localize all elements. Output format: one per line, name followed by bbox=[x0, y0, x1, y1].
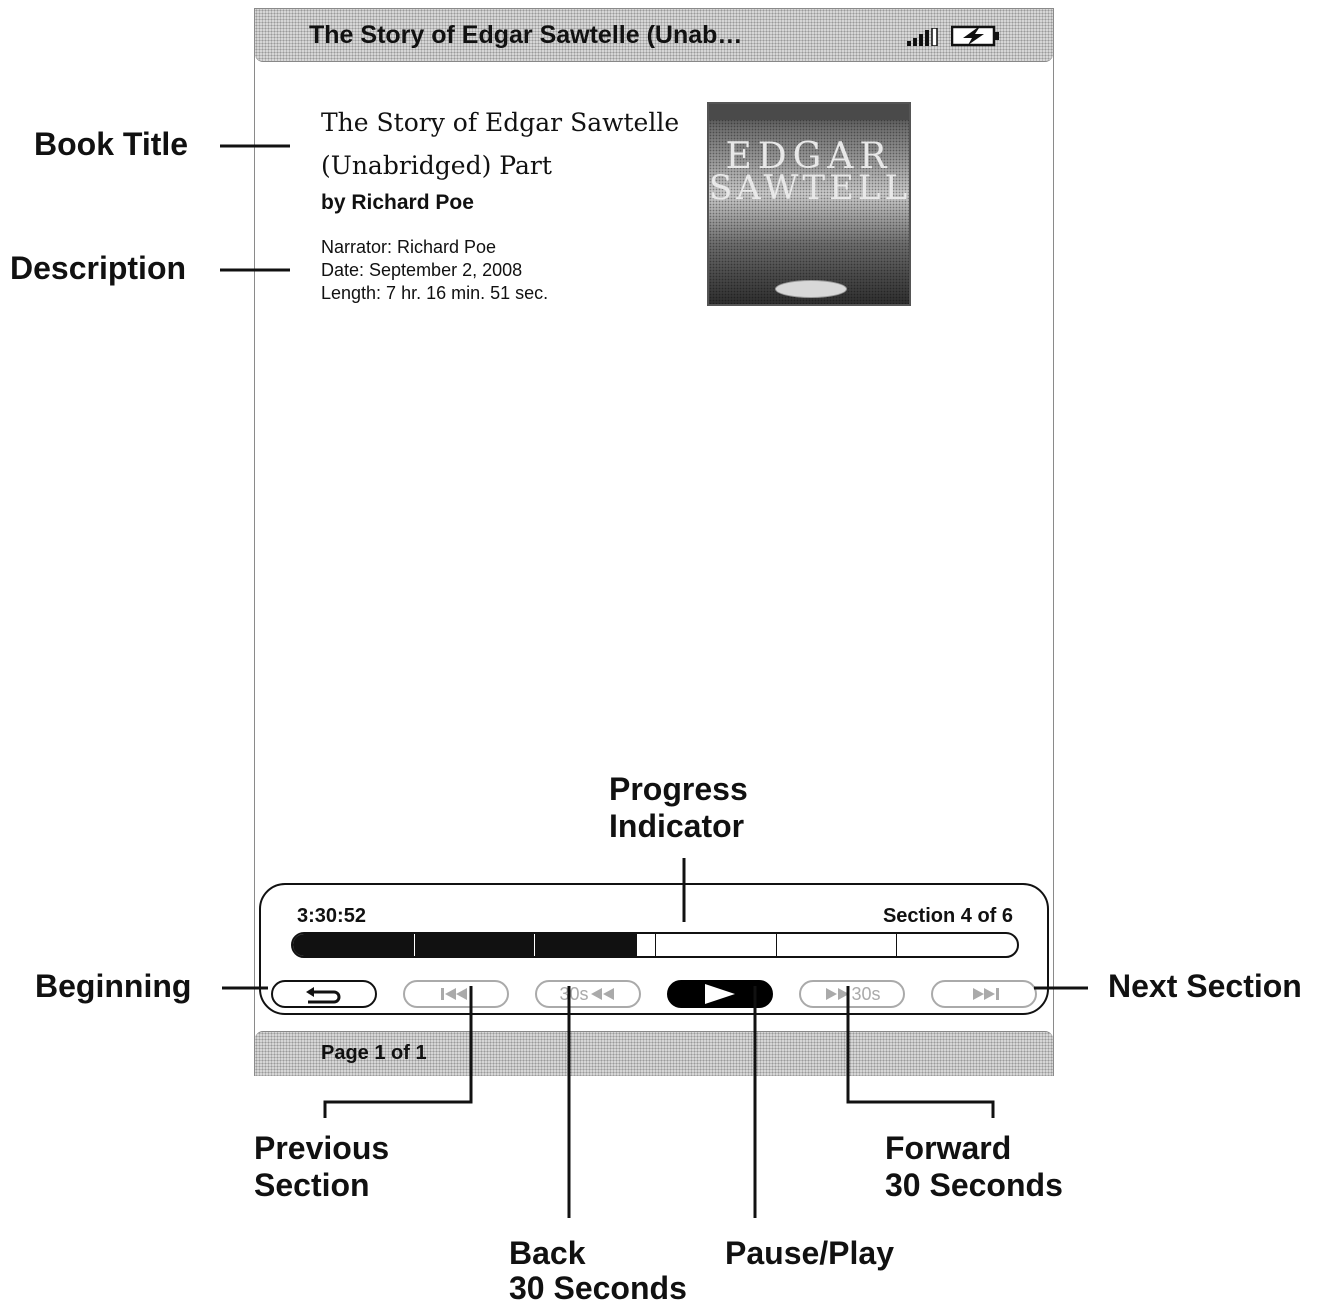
book-author: by Richard Poe bbox=[321, 191, 474, 214]
cover-title-line2: SAWTELLE bbox=[709, 168, 911, 208]
play-icon bbox=[705, 984, 735, 1004]
length-text: Length: 7 hr. 16 min. 51 sec. bbox=[321, 283, 549, 303]
status-bar: Page 1 of 1 bbox=[255, 1031, 1053, 1076]
previous-section-icon bbox=[441, 988, 467, 1000]
battery-charging-icon bbox=[951, 25, 999, 47]
callout-previous-line1: Previous bbox=[254, 1130, 390, 1166]
cover-header-band bbox=[709, 104, 909, 120]
cover-badge bbox=[775, 280, 847, 298]
callout-beginning: Beginning bbox=[35, 968, 192, 1004]
callout-description: Description bbox=[10, 250, 187, 286]
page-indicator: Page 1 of 1 bbox=[321, 1042, 427, 1064]
device-screen: The Story of Edgar Sawtelle (Unab… The S… bbox=[254, 8, 1054, 1076]
section-indicator: Section 4 of 6 bbox=[882, 905, 1013, 927]
date-text: Date: September 2, 2008 bbox=[321, 260, 523, 280]
progress-section-divider bbox=[896, 934, 898, 956]
callout-progress-line2: Indicator bbox=[609, 808, 745, 844]
callout-book-title: Book Title bbox=[34, 126, 189, 162]
title-bar-text: The Story of Edgar Sawtelle (Unab… bbox=[309, 21, 743, 49]
progress-indicator[interactable] bbox=[291, 932, 1019, 958]
audio-player-panel: 3:30:52 Section 4 of 6 30s 30s bbox=[259, 883, 1049, 1015]
progress-section-divider bbox=[775, 934, 777, 956]
previous-section-button[interactable] bbox=[403, 980, 509, 1008]
callout-progress-line1: Progress bbox=[609, 771, 748, 807]
rewind-icon bbox=[590, 988, 614, 1000]
progress-section-divider bbox=[413, 934, 415, 956]
callout-pause-play: Pause/Play bbox=[725, 1235, 894, 1271]
next-section-icon bbox=[973, 988, 999, 1000]
forward-30-label: 30s bbox=[851, 983, 881, 1004]
title-bar: The Story of Edgar Sawtelle (Unab… bbox=[255, 9, 1053, 62]
return-to-beginning-icon bbox=[306, 987, 341, 1004]
book-title: The Story of Edgar Sawtelle (Unabridged)… bbox=[321, 108, 680, 180]
progress-fill bbox=[293, 934, 637, 956]
elapsed-time: 3:30:52 bbox=[297, 905, 366, 927]
callout-previous-line2: Section bbox=[254, 1167, 370, 1203]
callout-back-line1: Back bbox=[509, 1235, 586, 1271]
narrator-text: Narrator: Richard Poe bbox=[321, 237, 497, 257]
forward-30-seconds-button[interactable]: 30s bbox=[799, 980, 905, 1008]
callout-back-line2: 30 Seconds bbox=[509, 1270, 687, 1306]
progress-section-divider bbox=[655, 934, 656, 956]
back-30-label: 30s bbox=[559, 983, 589, 1004]
pause-play-button[interactable] bbox=[667, 980, 773, 1008]
beginning-button[interactable] bbox=[271, 980, 377, 1008]
signal-strength-icon bbox=[907, 28, 938, 46]
back-30-seconds-button[interactable]: 30s bbox=[535, 980, 641, 1008]
cover-art: EDGAR SAWTELLE bbox=[707, 102, 911, 306]
progress-section-divider bbox=[534, 934, 536, 956]
callout-forward-line2: 30 Seconds bbox=[885, 1167, 1063, 1203]
callout-next-section: Next Section bbox=[1108, 968, 1302, 1004]
next-section-button[interactable] bbox=[931, 980, 1037, 1008]
callout-forward-line1: Forward bbox=[885, 1130, 1012, 1166]
fast-forward-icon bbox=[826, 988, 850, 1000]
